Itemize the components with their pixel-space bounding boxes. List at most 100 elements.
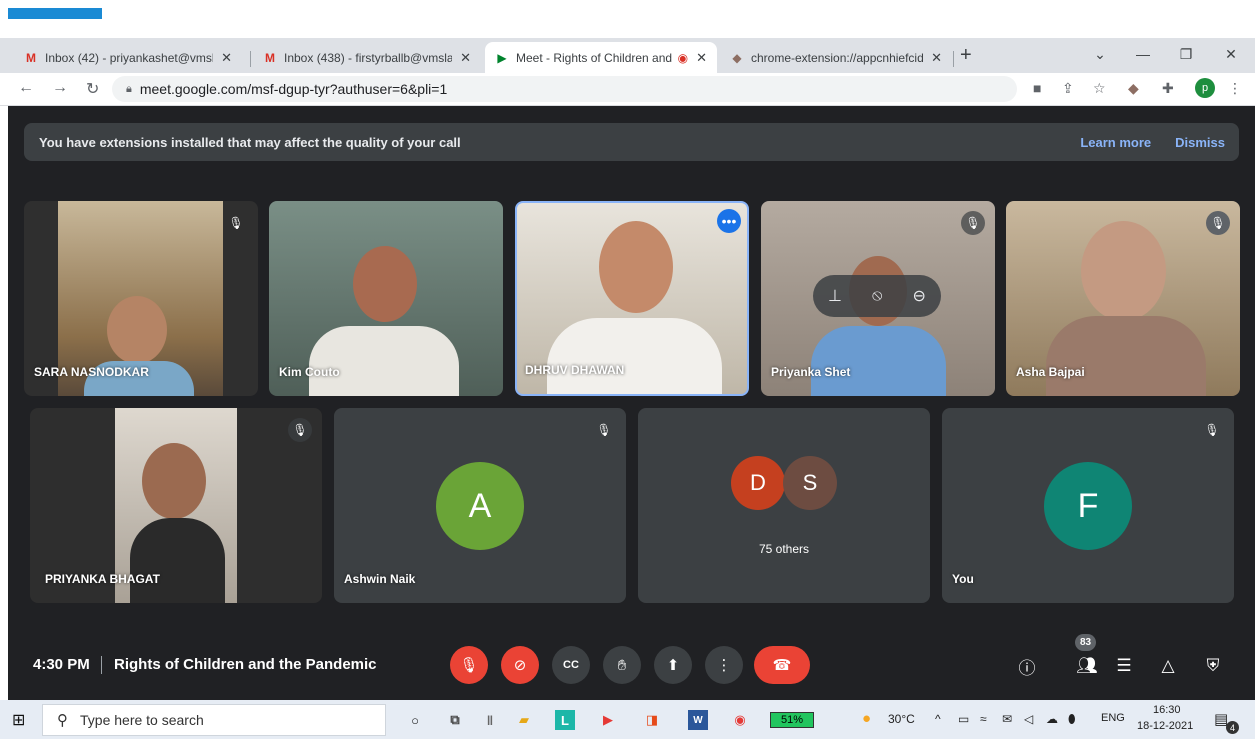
new-tab-button[interactable]: + [960,44,972,67]
participant-tile[interactable]: 🎙︎ Asha Bajpai [1006,201,1240,396]
temperature[interactable]: 30°C [888,712,915,726]
office-icon[interactable]: ◨ [642,710,662,730]
url-bar[interactable]: 🔒︎ meet.google.com/msf-dgup-tyr?authuser… [112,76,1017,102]
top-strip [0,0,1255,38]
tab-extension[interactable]: ◆ chrome-extension://appcnhiefcidi ✕ [720,42,952,73]
system-time[interactable]: 16:30 [1153,704,1181,716]
lock-icon: 🔒︎ [126,82,132,95]
close-window-icon[interactable]: ✕ [1211,40,1251,68]
cortana-icon[interactable]: ○ [405,710,425,730]
present-screen-icon[interactable]: ⬆ [654,646,692,684]
tab-title: Inbox (42) - priyankashet@vmslaw [45,50,214,65]
learn-more-link[interactable]: Learn more [1080,135,1151,150]
info-icon[interactable]: ⓘ [1015,654,1039,678]
participant-name: Ashwin Naik [344,572,416,586]
task-view-icon[interactable]: ⧉ [445,710,465,730]
word-icon[interactable]: W [688,710,708,730]
tile-hover-controls: ⊥ ⦸ ⊖ [813,275,941,317]
address-toolbar: ← → ↻ 🔒︎ meet.google.com/msf-dgup-tyr?au… [0,73,1255,106]
activities-icon[interactable]: △ [1156,654,1180,678]
meet-stage: You have extensions installed that may a… [8,106,1255,700]
search-placeholder: Type here to search [80,712,204,728]
tab-close-icon[interactable]: ✕ [221,50,232,66]
wifi-icon[interactable]: ≈ [980,712,987,726]
banner-message: You have extensions installed that may a… [39,134,461,150]
more-options-icon[interactable]: ••• [717,209,741,233]
participant-tile[interactable]: 🎙︎ SARA NASNODKAR [24,201,258,396]
mute-participant-icon[interactable]: ⦸ [872,287,882,305]
microphone-icon[interactable]: ⬮ [1068,712,1076,727]
participant-shirt [309,326,459,396]
meeting-time: 4:30 PM [33,656,90,673]
chrome-icon[interactable]: ◉ [730,710,750,730]
bookmark-star-icon[interactable]: ☆ [1093,80,1106,97]
forward-icon[interactable]: → [52,79,68,97]
camera-toggle-icon[interactable]: ⊘ [501,646,539,684]
captions-icon[interactable]: CC [552,646,590,684]
l-app-icon[interactable]: L [555,710,575,730]
puzzle-icon[interactable]: ✚ [1162,80,1174,97]
profile-avatar[interactable]: p [1195,78,1215,98]
volume-icon[interactable]: ◁ [1024,712,1033,726]
minimize-icon[interactable]: — [1123,40,1163,68]
participant-tile[interactable]: ⊥ ⦸ ⊖ 🎙︎ Priyanka Shet [761,201,995,396]
youtube-icon[interactable]: ▶ [598,710,618,730]
remove-icon[interactable]: ⊖ [913,286,926,306]
tab-title: Inbox (438) - firstyrballb@vmslaw [284,50,453,65]
share-icon[interactable]: ⇪ [1062,80,1074,97]
extension-icon[interactable]: ◆ [1128,80,1139,97]
participant-avatar: S [783,456,837,510]
participant-tile[interactable]: 🎙︎ PRIYANKA BHAGAT [30,408,322,603]
participant-tile-active-speaker[interactable]: ••• DHRUV DHAWAN [515,201,749,396]
tab-close-icon[interactable]: ✕ [931,50,942,66]
dismiss-button[interactable]: Dismiss [1175,135,1225,150]
notification-badge: 4 [1226,721,1239,734]
participant-avatar: D [731,456,785,510]
camera-icon[interactable]: ■ [1033,80,1041,96]
participant-face [142,443,206,519]
participant-tile[interactable]: Kim Couto [269,201,503,396]
weather-icon[interactable]: ● [862,710,871,727]
tab-gmail-priyanka[interactable]: M Inbox (42) - priyankashet@vmslaw ✕ [14,42,242,73]
language-indicator[interactable]: ENG [1101,712,1125,724]
tab-gmail-firstyr[interactable]: M Inbox (438) - firstyrballb@vmslaw ✕ [253,42,481,73]
participant-avatar: A [436,462,524,550]
participant-tile[interactable]: A 🎙︎ Ashwin Naik [334,408,626,603]
tab-meet[interactable]: ▶ Meet - Rights of Children and the Pand… [485,42,717,73]
windows-start-icon[interactable]: ⊞ [12,710,25,730]
onedrive-icon[interactable]: ☁ [1046,712,1058,726]
more-options-icon[interactable]: ⋮ [705,646,743,684]
tab-close-icon[interactable]: ✕ [696,50,707,66]
participant-shirt [130,518,225,603]
self-tile[interactable]: F 🎙︎ You [942,408,1234,603]
separator-icon: ‖ [486,712,494,728]
back-icon[interactable]: ← [18,79,34,97]
file-explorer-icon[interactable]: ▰ [514,710,534,730]
mic-toggle-icon[interactable]: 🎙︎ [450,646,488,684]
search-icon: ⚲ [57,712,68,729]
tab-close-icon[interactable]: ✕ [460,50,471,66]
people-count-badge: 83 [1075,634,1096,651]
show-hidden-icons[interactable]: ^ [935,712,941,726]
meet-now-icon[interactable]: ▭ [958,712,969,726]
host-controls-icon[interactable]: ⛨ [1201,654,1225,678]
others-tile[interactable]: D S 75 others [638,408,930,603]
recorder-bar [8,8,102,19]
browser-tab-strip: M Inbox (42) - priyankashet@vmslaw ✕ M I… [0,38,1255,73]
mail-icon[interactable]: ✉ [1002,712,1012,726]
participant-shirt [811,326,946,396]
reload-icon[interactable]: ↻ [86,79,99,99]
participant-face [1081,221,1166,321]
mic-off-icon: 🎙︎ [1206,211,1230,235]
people-icon[interactable]: 👥︎ [1075,654,1099,678]
system-date[interactable]: 18-12-2021 [1137,720,1193,732]
taskbar-search[interactable]: ⚲ Type here to search [42,704,386,736]
restore-icon[interactable]: ❐ [1166,40,1206,68]
raise-hand-icon[interactable]: ✋︎ [603,646,641,684]
end-call-icon[interactable]: ☎︎ [754,646,810,684]
menu-icon[interactable]: ⋮ [1228,80,1242,97]
tab-search-icon[interactable]: ⌄ [1080,40,1120,68]
chat-icon[interactable]: ☰ [1112,654,1136,678]
pin-icon[interactable]: ⊥ [828,286,842,306]
participant-name: Asha Bajpai [1016,365,1085,379]
